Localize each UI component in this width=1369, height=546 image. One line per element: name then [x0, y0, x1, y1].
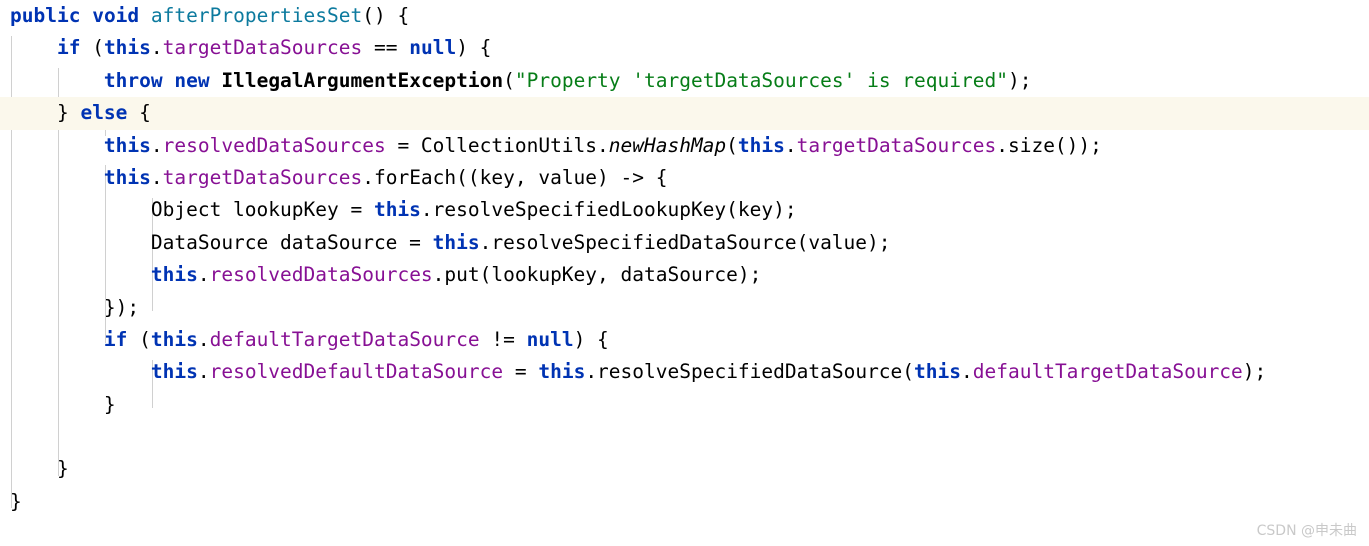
code-token: ( — [726, 133, 738, 157]
code-token: . — [150, 165, 163, 189]
code-token: DataSource dataSource = — [10, 230, 433, 254]
code-token: . — [197, 263, 210, 287]
code-token: newHashMap — [608, 133, 727, 157]
code-token: this — [737, 133, 785, 157]
code-line[interactable]: this.resolvedDefaultDataSource = this.re… — [0, 356, 1369, 388]
code-line[interactable]: if (this.targetDataSources == null) { — [0, 32, 1369, 64]
code-token: = CollectionUtils. — [385, 133, 609, 157]
code-token: afterPropertiesSet — [150, 4, 363, 27]
code-line[interactable]: } — [0, 389, 1369, 421]
code-line[interactable]: }); — [0, 292, 1369, 324]
code-line[interactable]: this.resolvedDataSources.put(lookupKey, … — [0, 259, 1369, 291]
code-token: ); — [1007, 68, 1032, 92]
code-token: ) { — [456, 36, 492, 60]
code-token: this — [432, 230, 480, 254]
code-token: targetDataSources — [796, 133, 997, 157]
code-line[interactable]: this.resolvedDataSources = CollectionUti… — [0, 130, 1369, 162]
code-token: this — [103, 36, 151, 60]
code-content[interactable]: public void afterPropertiesSet() { if (t… — [0, 0, 1369, 546]
code-token: this — [103, 165, 151, 189]
code-token: } — [10, 101, 81, 125]
code-token: new — [174, 68, 210, 92]
code-line[interactable]: if (this.defaultTargetDataSource != null… — [0, 324, 1369, 356]
code-token: defaultTargetDataSource — [972, 360, 1243, 384]
code-token: . — [784, 133, 797, 157]
code-line[interactable]: } else { — [0, 97, 1369, 130]
code-line[interactable]: } — [0, 486, 1369, 518]
code-token: "Property 'targetDataSources' is require… — [514, 68, 1008, 92]
code-token: null — [526, 327, 574, 351]
code-token: IllegalArgumentException — [221, 68, 504, 92]
code-token: throw — [103, 68, 163, 92]
csdn-watermark: CSDN @申未曲 — [1256, 523, 1357, 539]
code-token: this — [150, 327, 198, 351]
code-token: } — [10, 457, 69, 481]
code-token: . — [961, 360, 973, 384]
code-token: ) { — [573, 327, 609, 351]
code-token: void — [92, 4, 140, 27]
code-line[interactable]: public void afterPropertiesSet() { — [0, 0, 1369, 32]
code-token: if — [56, 36, 81, 60]
code-token: .forEach((key, value) -> { — [362, 165, 668, 189]
code-token: this — [914, 360, 962, 384]
code-token: .size()); — [996, 133, 1102, 157]
code-token: ( — [80, 36, 104, 60]
code-token: == — [362, 36, 410, 60]
code-token: != — [479, 327, 527, 351]
code-line[interactable]: Object lookupKey = this.resolveSpecified… — [0, 194, 1369, 226]
code-token: () { — [362, 4, 410, 27]
code-line[interactable]: throw new IllegalArgumentException("Prop… — [0, 65, 1369, 97]
code-editor[interactable]: public void afterPropertiesSet() { if (t… — [0, 0, 1369, 546]
code-token: if — [103, 327, 128, 351]
code-line[interactable]: this.targetDataSources.forEach((key, val… — [0, 162, 1369, 194]
code-token: } — [10, 489, 22, 513]
code-token: ( — [127, 327, 151, 351]
code-token: this — [150, 263, 198, 287]
code-token: resolvedDataSources — [209, 263, 433, 287]
code-token: . — [150, 36, 163, 60]
code-token: . — [197, 360, 210, 384]
code-token: this — [373, 198, 421, 222]
code-token: this — [150, 360, 198, 384]
code-token: .resolveSpecifiedDataSource(value); — [479, 230, 891, 254]
code-token: this — [103, 133, 151, 157]
code-token: targetDataSources — [162, 36, 363, 60]
code-token: . — [197, 327, 210, 351]
code-token: Object lookupKey = — [10, 198, 374, 222]
code-token: . — [150, 133, 163, 157]
code-token: resolvedDataSources — [162, 133, 386, 157]
code-token: this — [538, 360, 586, 384]
code-token: targetDataSources — [162, 165, 363, 189]
code-line[interactable]: } — [0, 453, 1369, 485]
code-token: } — [10, 392, 116, 416]
code-line[interactable] — [0, 421, 1369, 453]
code-token: ( — [503, 68, 515, 92]
code-token: public — [10, 4, 81, 27]
code-token: defaultTargetDataSource — [209, 327, 480, 351]
code-token: .put(lookupKey, dataSource); — [432, 263, 762, 287]
code-token: else — [80, 101, 128, 125]
code-line[interactable]: DataSource dataSource = this.resolveSpec… — [0, 227, 1369, 259]
code-token: null — [409, 36, 457, 60]
code-token: resolvedDefaultDataSource — [209, 360, 504, 384]
code-token: = — [503, 360, 539, 384]
code-token: .resolveSpecifiedLookupKey(key); — [420, 198, 797, 222]
code-token: .resolveSpecifiedDataSource( — [585, 360, 915, 384]
code-token: { — [127, 101, 151, 125]
code-token: ); — [1242, 360, 1267, 384]
code-token: }); — [10, 295, 140, 319]
